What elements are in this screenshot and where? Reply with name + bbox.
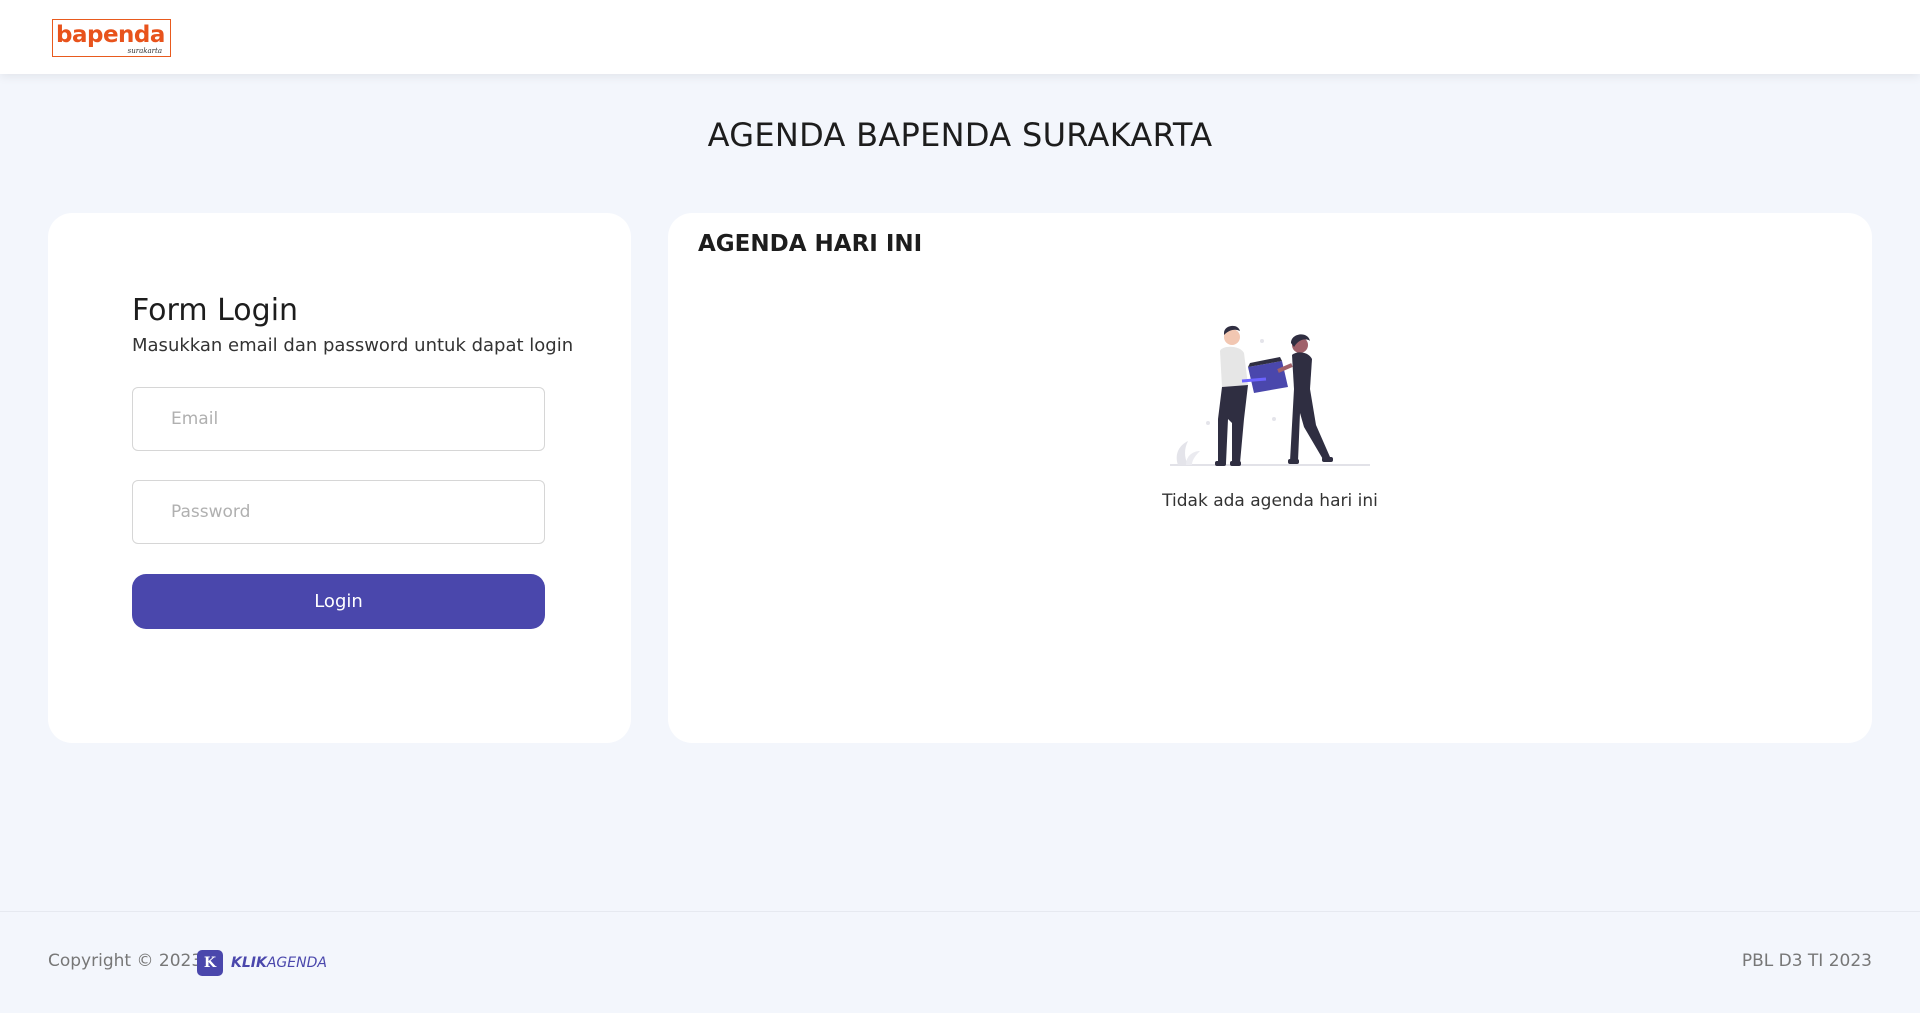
copyright-text: Copyright © 2023 [48, 951, 203, 971]
klikagenda-logo-icon: K [197, 950, 223, 976]
brand-name-rest: AGENDA [266, 955, 327, 971]
email-input[interactable] [132, 387, 545, 451]
login-card: Form Login Masukkan email dan password u… [48, 213, 631, 743]
empty-agenda-message: Tidak ada agenda hari ini [1162, 491, 1378, 511]
agenda-title: AGENDA HARI INI [698, 231, 923, 257]
logo-text: bapenda [56, 22, 165, 48]
page-title: AGENDA BAPENDA SURAKARTA [707, 116, 1213, 154]
brand-name-bold: KLIK [231, 955, 267, 971]
bapenda-logo[interactable]: bapenda surakarta [52, 19, 171, 57]
login-button[interactable]: Login [132, 574, 545, 629]
footer-divider [0, 911, 1920, 912]
logo-subtext: surakarta [127, 47, 162, 55]
login-form-title: Form Login [132, 293, 299, 328]
klikagenda-brand-name: KLIKAGENDA [231, 955, 327, 971]
login-form-subtitle: Masukkan email dan password untuk dapat … [132, 335, 574, 356]
people-handing-box-illustration [1170, 325, 1370, 466]
klikagenda-brand[interactable]: K KLIKAGENDA [197, 950, 327, 976]
password-input[interactable] [132, 480, 545, 544]
credit-text: PBL D3 TI 2023 [1741, 951, 1872, 971]
agenda-card: AGENDA HARI INI Tidak ada agenda hari in… [668, 213, 1872, 743]
top-navbar: bapenda surakarta [0, 0, 1920, 74]
